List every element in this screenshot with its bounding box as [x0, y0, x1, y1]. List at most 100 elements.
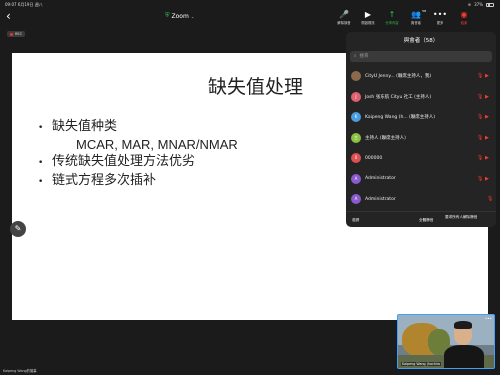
battery-percent: 37%: [474, 2, 483, 7]
back-chevron-icon[interactable]: ‹: [6, 9, 11, 23]
meeting-title-label: Zoom: [171, 12, 189, 20]
bullet-text: 链式方程多次插补: [52, 173, 157, 188]
more-icon[interactable]: •••: [485, 316, 492, 321]
meeting-title[interactable]: ⛨ Zoom ⌄: [165, 12, 194, 20]
video-off-icon: ▶: [485, 175, 489, 182]
slide-bullets: • 缺失值种类 MCAR, MAR, MNAR/NMAR • 传统缺失值处理方法优劣 • 链…: [38, 118, 238, 191]
video-person-hair: [454, 321, 472, 329]
toolbar-label: 結束: [460, 21, 468, 25]
bullet-text: 缺失值种类: [52, 119, 118, 134]
mute-all-button[interactable]: 全體靜音: [419, 218, 433, 223]
toolbar-label: 開啟視訊: [361, 21, 375, 25]
share-icon: ↑: [388, 10, 396, 19]
search-placeholder: 搜尋: [359, 54, 369, 59]
participant-name: 000000: [365, 155, 383, 161]
participant-name: Josh 张东航 Cityu 社工 (主持人): [365, 94, 432, 100]
invite-button[interactable]: 邀請: [352, 218, 359, 223]
meeting-toolbar: 🎤 解除靜音 ▶ 開啟視訊 ↑ 分享內容 👥 與會者 58 ••• 更多 ◉ 結束: [334, 9, 474, 25]
video-off-icon: ▶: [485, 93, 489, 100]
video-off-icon: ▶: [485, 155, 489, 161]
video-off-button[interactable]: ▶ 開啟視訊: [358, 10, 378, 25]
avatar: A: [351, 194, 361, 205]
chevron-down-icon: ⌄: [190, 13, 195, 19]
participant-status-icons: 🎙 ▶: [477, 73, 492, 79]
participant-name: Administrator: [365, 176, 396, 182]
participants-list: CityU Jenny... (聯席主持人，我) 🎙 ▶ J Josh 张东航 City…: [346, 66, 496, 210]
more-button[interactable]: ••• 更多: [430, 10, 450, 25]
self-view-name: Kaipeng Wang (hochiro: [401, 362, 442, 366]
participant-status-icons: 🎙 ▶: [477, 135, 492, 141]
participants-search-input[interactable]: ⌕ 搜尋: [350, 51, 492, 62]
participant-status-icons: 🎙 ▶: [477, 155, 492, 161]
mic-muted-button[interactable]: 🎤 解除靜音: [334, 10, 354, 25]
toolbar-label: 解除靜音: [337, 21, 351, 25]
more-icon: •••: [432, 10, 448, 19]
participant-name: 主持人 (聯席主持人): [365, 135, 406, 141]
mic-muted-icon: 🎙: [477, 134, 484, 141]
slide-bullet: • 链式方程多次插补: [38, 172, 238, 191]
end-button[interactable]: ◉ 結束: [454, 10, 474, 25]
annotate-pencil-icon[interactable]: ✎: [10, 221, 26, 237]
participant-row[interactable]: J Josh 张东航 Cityu 社工 (主持人) 🎙 ▶: [346, 87, 496, 108]
shield-icon: ⛨: [165, 12, 170, 19]
recording-label: REC: [15, 32, 23, 36]
video-off-icon: ▶: [485, 73, 489, 79]
end-icon: ◉: [460, 10, 468, 19]
search-icon: ⌕: [354, 54, 357, 59]
participant-row[interactable]: A Administrator 🎙 ▶: [346, 169, 496, 190]
ask-unmute-all-button[interactable]: 要求所有人解除靜音: [445, 215, 491, 220]
mic-muted-icon: 🎙: [477, 93, 484, 100]
toolbar-label: 與會者: [411, 21, 421, 25]
participant-name: Administrator: [365, 196, 396, 202]
video-off-icon: ▶: [364, 10, 372, 19]
share-button[interactable]: ↑ 分享內容: [382, 10, 402, 25]
participants-button[interactable]: 👥 與會者 58: [406, 9, 426, 25]
slide-bullet: • 缺失值种类: [38, 118, 238, 137]
toolbar-label: 分享內容: [385, 21, 399, 25]
participant-row[interactable]: K Kaipeng Wang (h... (聯席主持人) 🎙 ▶: [346, 107, 496, 128]
participants-header: 與會者（58）: [403, 38, 439, 44]
video-off-icon: ▶: [485, 114, 489, 120]
participant-status-icons: 🎙 ▶: [477, 94, 492, 100]
bullet-text: 传统缺失值处理方法优劣: [52, 154, 196, 169]
participant-row[interactable]: CityU Jenny... (聯席主持人，我) 🎙 ▶: [346, 66, 496, 87]
status-right: ≋ 37%: [468, 2, 494, 7]
avatar: 0: [351, 153, 361, 164]
video-person-body: [444, 345, 484, 368]
battery-icon: [486, 2, 494, 7]
bullet-subtext: MCAR, MAR, MNAR/NMAR: [76, 137, 238, 152]
mic-muted-icon: 🎙: [477, 114, 484, 120]
screen-share-owner-label: Kaipeng Wang的螢幕: [3, 369, 37, 373]
participants-panel: 與會者（58） ⌕ 搜尋 CityU Jenny... (聯席主持人，我) 🎙 ▶ J…: [346, 32, 496, 227]
slide-bullet: • 传统缺失值处理方法优劣: [38, 153, 238, 172]
bullet-dot: •: [38, 158, 44, 168]
toolbar-label: 更多: [436, 21, 444, 25]
status-date: 6月19日 週八: [17, 2, 43, 7]
bullet-dot: •: [38, 177, 44, 187]
participant-status-icons: 🎙: [487, 196, 494, 202]
avatar: 主: [351, 132, 361, 143]
mic-muted-icon: 🎙: [477, 73, 484, 79]
bullet-dot: •: [38, 123, 44, 133]
record-dot-icon: [10, 32, 13, 36]
avatar: A: [351, 173, 361, 184]
zoom-screen: 09:07 6月19日 週八 ≋ 37% ‹ ⛨ Zoom ⌄ 🎤 解除靜音 ▶ 開啟…: [0, 0, 500, 375]
participant-row[interactable]: 0 000000 🎙 ▶: [346, 148, 496, 169]
participant-status-icons: 🎙 ▶: [477, 176, 492, 182]
wifi-icon: ≋: [467, 2, 472, 7]
recording-badge: REC: [7, 31, 26, 37]
participant-count: 58: [422, 9, 426, 13]
avatar: [351, 71, 361, 82]
mic-muted-icon: 🎙: [477, 175, 484, 182]
self-video-thumbnail[interactable]: ••• Kaipeng Wang (hochiro: [397, 314, 495, 369]
participant-row[interactable]: 主主持人 (聯席主持人) 🎙 ▶: [346, 128, 496, 149]
slide-title: 缺失值处理: [208, 76, 304, 98]
participant-name: Kaipeng Wang (h... (聯席主持人): [365, 115, 436, 121]
video-off-icon: ▶: [485, 134, 489, 141]
participant-name: CityU Jenny... (聯席主持人，我): [365, 74, 432, 80]
mic-muted-icon: 🎤: [339, 10, 349, 19]
participant-row[interactable]: A Administrator 🎙: [346, 189, 496, 210]
status-time: 09:07: [5, 2, 17, 7]
mic-muted-icon: 🎙: [487, 196, 494, 202]
mic-muted-icon: 🎙: [477, 155, 484, 161]
